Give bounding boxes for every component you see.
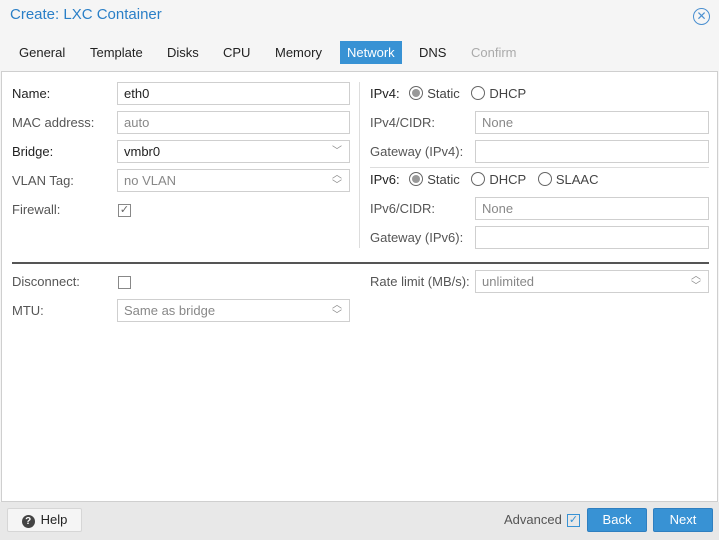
question-icon: ?: [21, 515, 35, 528]
tab-cpu[interactable]: CPU: [216, 41, 257, 64]
vlan-label: VLAN Tag:: [12, 173, 74, 188]
vlan-value: no VLAN: [124, 173, 177, 188]
tab-template[interactable]: Template: [83, 41, 150, 64]
dialog-title: Create: LXC Container: [10, 6, 162, 23]
mac-input[interactable]: auto: [117, 111, 350, 134]
ipv4-static-radio[interactable]: Static: [409, 86, 460, 101]
advanced-label: Advanced: [504, 512, 562, 527]
disconnect-checkbox[interactable]: [118, 276, 131, 289]
ipv6-label: IPv6:: [370, 172, 400, 187]
help-button[interactable]: ? Help: [7, 508, 82, 532]
mtu-label: MTU:: [12, 303, 44, 318]
name-label: Name:: [12, 86, 51, 101]
mtu-spinner[interactable]: Same as bridge ︿ ﹀: [117, 299, 350, 322]
ipv4-dhcp-radio[interactable]: DHCP: [471, 86, 526, 101]
firewall-label: Firewall:: [12, 202, 61, 217]
column-divider: [359, 82, 360, 248]
ipv4cidr-label: IPv4/CIDR:: [370, 115, 436, 130]
ipv6-static-radio[interactable]: Static: [409, 172, 460, 187]
tab-general[interactable]: General: [12, 41, 72, 64]
ipv6-slaac-radio[interactable]: SLAAC: [537, 172, 599, 187]
bridge-select[interactable]: vmbr0 ﹀: [117, 140, 350, 163]
advanced-checkbox[interactable]: ✓: [567, 514, 580, 527]
gateway4-input[interactable]: [475, 140, 709, 163]
vlan-spinner[interactable]: no VLAN ︿ ﹀: [117, 169, 350, 192]
rate-limit-value: unlimited: [482, 274, 535, 289]
ipv4cidr-input[interactable]: None: [475, 111, 709, 134]
spinner-arrows-icon[interactable]: ︿ ﹀: [332, 171, 342, 191]
ipv6cidr-label: IPv6/CIDR:: [370, 201, 436, 216]
firewall-checkbox[interactable]: ✓: [118, 204, 131, 217]
mac-label: MAC address:: [12, 115, 95, 130]
close-icon[interactable]: ✕: [693, 8, 710, 25]
rate-limit-spinner[interactable]: unlimited ︿ ﹀: [475, 270, 709, 293]
tab-disks[interactable]: Disks: [160, 41, 206, 64]
tab-memory[interactable]: Memory: [268, 41, 329, 64]
gateway6-input[interactable]: [475, 226, 709, 249]
name-input[interactable]: eth0: [117, 82, 350, 105]
next-button[interactable]: Next: [653, 508, 713, 532]
bridge-value: vmbr0: [124, 144, 161, 159]
gateway4-label: Gateway (IPv4):: [370, 144, 464, 159]
back-button[interactable]: Back: [587, 508, 647, 532]
ipv6-dhcp-radio[interactable]: DHCP: [471, 172, 526, 187]
ipv6-radio-group: IPv6: Static DHCP SLAAC: [370, 168, 607, 191]
gateway6-label: Gateway (IPv6):: [370, 230, 464, 245]
disconnect-label: Disconnect:: [12, 274, 80, 289]
tab-network[interactable]: Network: [340, 41, 402, 64]
rate-limit-label: Rate limit (MB/s):: [370, 274, 470, 289]
bridge-label: Bridge:: [12, 144, 54, 159]
advanced-separator: [12, 262, 709, 264]
ipv4-label: IPv4:: [370, 86, 400, 101]
chevron-down-icon: ﹀: [332, 146, 342, 157]
mtu-value: Same as bridge: [124, 303, 216, 318]
spinner-arrows-icon[interactable]: ︿ ﹀: [691, 272, 701, 292]
ipv6cidr-input[interactable]: None: [475, 197, 709, 220]
spinner-arrows-icon[interactable]: ︿ ﹀: [332, 301, 342, 321]
tab-confirm: Confirm: [471, 45, 517, 60]
ipv4-radio-group: IPv4: Static DHCP: [370, 82, 534, 105]
tab-dns[interactable]: DNS: [412, 41, 453, 64]
